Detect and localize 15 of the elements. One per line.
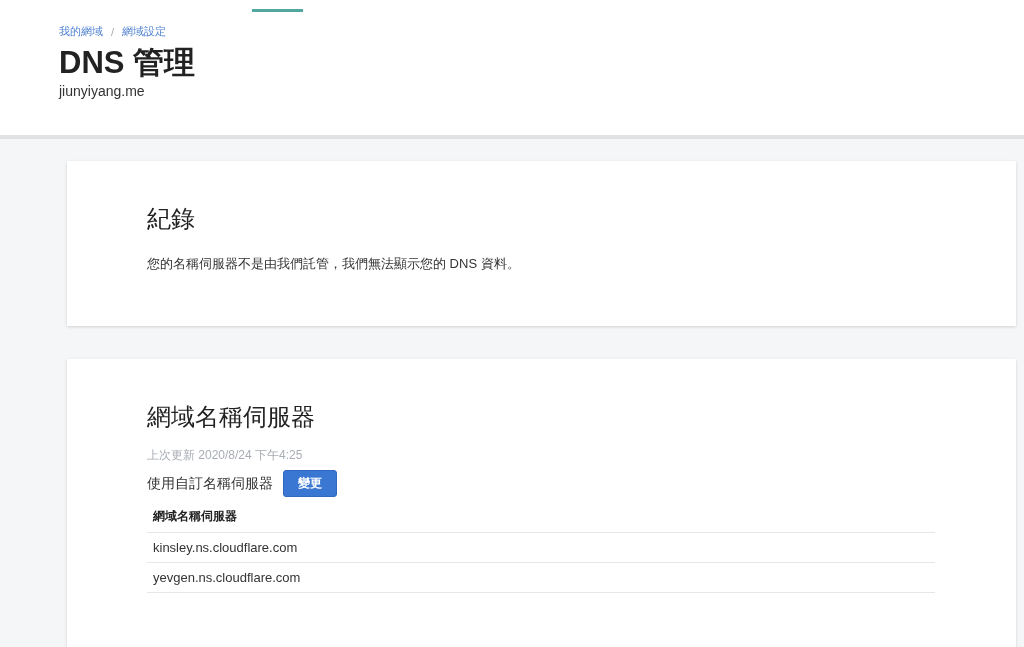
page-title: DNS 管理 xyxy=(59,44,197,82)
change-button[interactable]: 變更 xyxy=(283,470,337,497)
card-title: 網域名稱伺服器 xyxy=(147,402,316,432)
breadcrumb-link[interactable]: 網域設定 xyxy=(122,24,167,39)
info-message: 您的名稱伺服器不是由我們託管，我們無法顯示您的 DNS 資料。 xyxy=(147,255,521,273)
card-title: 紀錄 xyxy=(147,204,196,234)
column-header: 網域名稱伺服器 xyxy=(152,508,238,525)
table-cell-text: kinsley.ns.cloudflare.com xyxy=(152,539,299,557)
last-updated: 上次更新 2020/8/24 下午4:25 xyxy=(147,447,304,464)
breadcrumb-separator: / xyxy=(111,25,115,38)
tab-indicator xyxy=(252,9,303,12)
domain-name: jiunyiyang.me xyxy=(59,83,146,99)
breadcrumb-link[interactable]: 我的網域 xyxy=(59,24,103,39)
table-cell-text: yevgen.ns.cloudflare.com xyxy=(152,569,302,587)
nameserver-mode: 使用自訂名稱伺服器 xyxy=(147,474,273,493)
